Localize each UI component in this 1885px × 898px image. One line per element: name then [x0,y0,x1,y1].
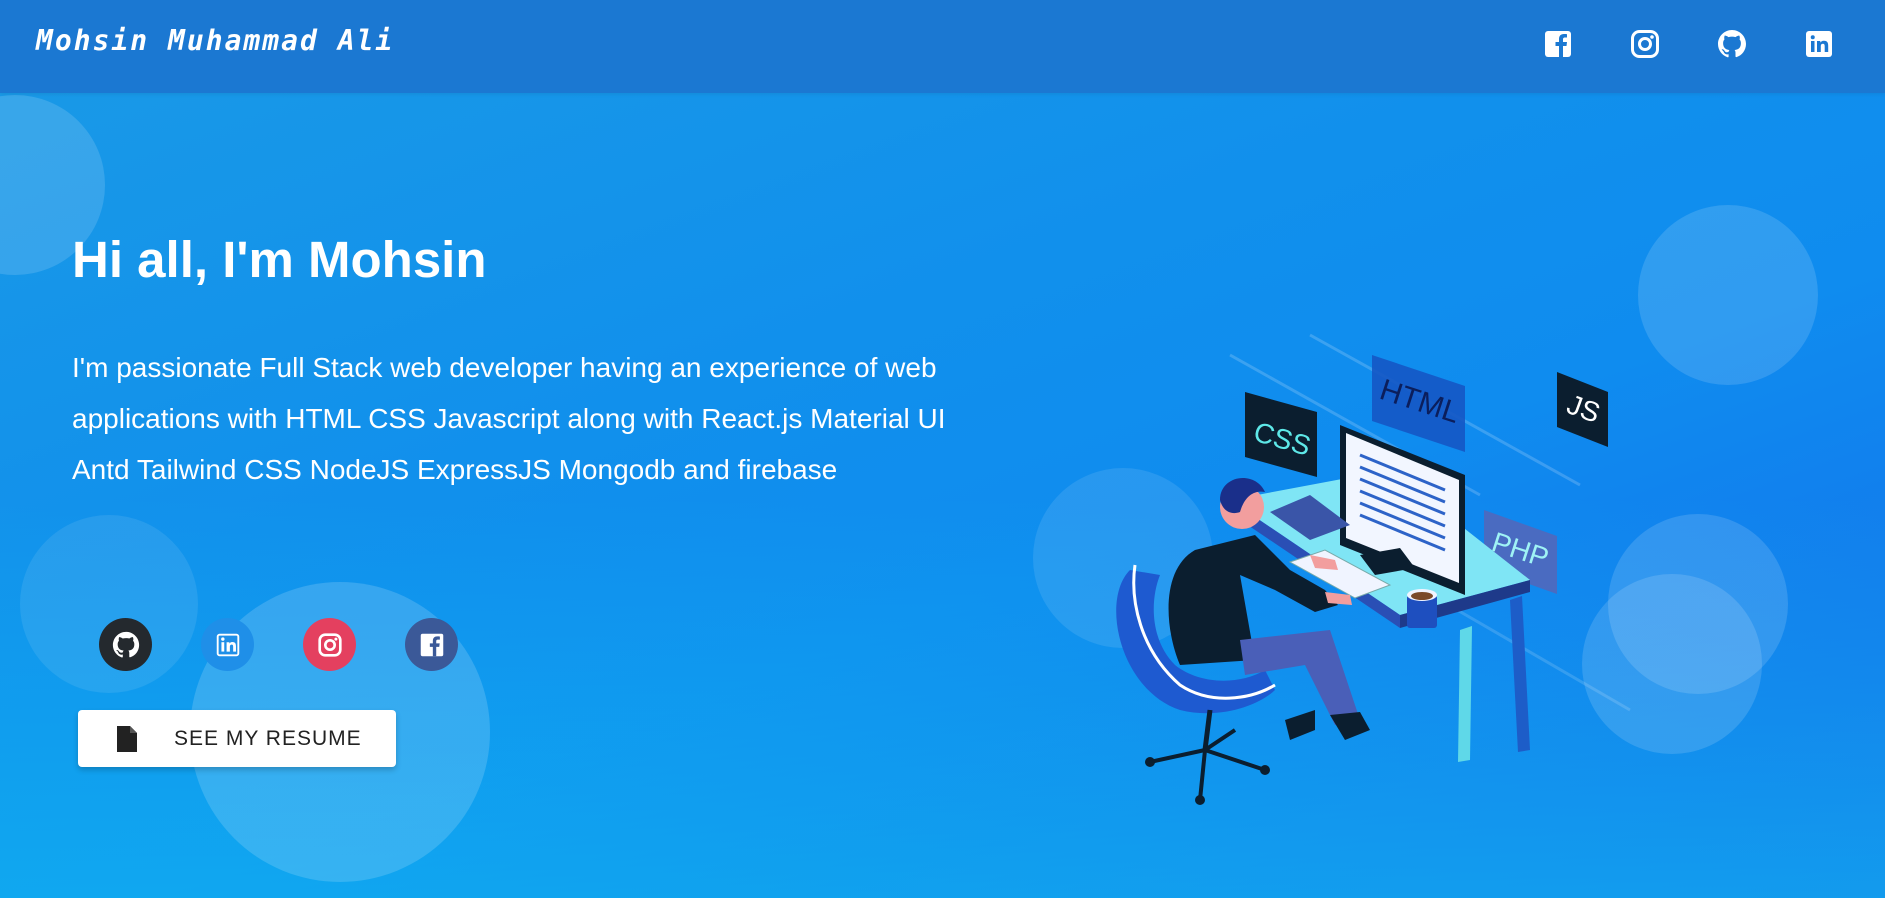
developer-illustration: CSS HTML JS PHP [1116,333,1631,805]
hero-description: I'm passionate Full Stack web developer … [72,352,946,485]
see-resume-button[interactable]: SEE MY RESUME [78,710,396,767]
hero-greeting: Hi all, I'm Mohsin [72,231,487,288]
coffee-mug [1407,589,1437,628]
github-link[interactable] [99,618,152,671]
linkedin-link[interactable] [201,618,254,671]
file-icon [117,725,137,752]
brand-name[interactable]: Mohsin Muhammad Ali [36,24,394,57]
github-icon[interactable] [1716,28,1748,60]
js-tag: JS [1557,372,1608,447]
nav-social-links [1542,28,1835,60]
top-navbar: Mohsin Muhammad Ali [0,0,1885,93]
instagram-link[interactable] [303,618,356,671]
facebook-icon [420,633,443,656]
linkedin-icon[interactable] [1803,28,1835,60]
hero-section: Hi all, I'm Mohsin [72,230,972,289]
hero-social-links [99,618,458,671]
github-icon [112,631,139,657]
css-tag: CSS [1245,392,1317,477]
html-tag: HTML [1372,355,1465,452]
facebook-link[interactable] [405,618,458,671]
instagram-icon[interactable] [1629,28,1661,60]
linkedin-icon [216,633,239,656]
resume-button-label: SEE MY RESUME [174,726,362,750]
instagram-icon [317,632,342,657]
facebook-icon[interactable] [1542,28,1574,60]
